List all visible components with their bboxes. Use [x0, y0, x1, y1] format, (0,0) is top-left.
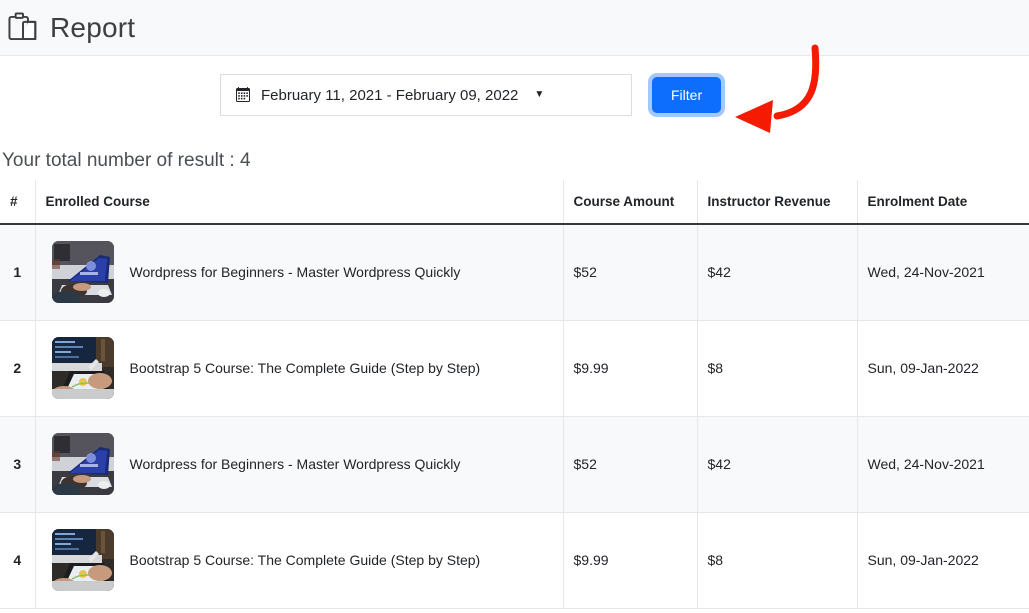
table-row[interactable]: 2 Bootstrap 5 Course: The Complete Guide…: [0, 320, 1029, 417]
course-title: Bootstrap 5 Course: The Complete Guide (…: [129, 552, 481, 568]
row-course-cell: Bootstrap 5 Course: The Complete Guide (…: [35, 512, 564, 609]
row-index: 3: [0, 416, 36, 513]
filter-button[interactable]: Filter: [652, 77, 722, 113]
column-header-index[interactable]: #: [0, 180, 36, 225]
row-instructor-revenue: $42: [697, 224, 858, 321]
result-count: Your total number of result : 4: [2, 150, 251, 171]
clipboard-icon: [8, 11, 38, 44]
course-thumbnail-wordpress[interactable]: [51, 241, 114, 304]
row-course-amount: $52: [563, 224, 698, 321]
row-course-cell: Wordpress for Beginners - Master Wordpre…: [35, 224, 564, 321]
table-row[interactable]: 4 Bootstrap 5 Course: The Complete Guide…: [0, 512, 1029, 609]
filter-bar: February 11, 2021 - February 09, 2022 ▼ …: [0, 44, 1029, 134]
column-header-course[interactable]: Enrolled Course: [35, 180, 564, 225]
column-header-enrolment-date[interactable]: Enrolment Date: [857, 180, 1029, 225]
calendar-icon: [235, 87, 251, 103]
page-title: Report: [50, 11, 136, 43]
chevron-down-icon: ▼: [534, 89, 545, 100]
table-body: 1 Wordpress for Beginners - Master Wordp…: [0, 224, 1029, 609]
row-instructor-revenue: $8: [697, 512, 858, 609]
table-row[interactable]: 1 Wordpress for Beginners - Master Wordp…: [0, 224, 1029, 321]
date-range-picker[interactable]: February 11, 2021 - February 09, 2022 ▼: [220, 74, 632, 116]
table-row[interactable]: 3 Wordpress for Beginners - Master Wordp…: [0, 416, 1029, 513]
row-instructor-revenue: $8: [697, 320, 858, 417]
row-course-amount: $9.99: [563, 320, 698, 417]
row-index: 2: [0, 320, 36, 417]
table-header: # Enrolled Course Course Amount Instruct…: [0, 180, 1029, 225]
row-enrolment-date: Wed, 24-Nov-2021: [857, 224, 1029, 321]
course-title: Bootstrap 5 Course: The Complete Guide (…: [129, 360, 481, 376]
table-header-row: # Enrolled Course Course Amount Instruct…: [0, 180, 1029, 225]
report-table: # Enrolled Course Course Amount Instruct…: [0, 180, 1029, 609]
row-enrolment-date: Sun, 09-Jan-2022: [857, 512, 1029, 609]
row-instructor-revenue: $42: [697, 416, 858, 513]
row-course-cell: Wordpress for Beginners - Master Wordpre…: [35, 416, 564, 513]
row-course-cell: Bootstrap 5 Course: The Complete Guide (…: [35, 320, 564, 417]
row-course-amount: $52: [563, 416, 698, 513]
row-enrolment-date: Wed, 24-Nov-2021: [857, 416, 1029, 513]
page-header: Report: [0, 0, 1029, 56]
course-title: Wordpress for Beginners - Master Wordpre…: [129, 456, 461, 472]
course-thumbnail-bootstrap[interactable]: [51, 529, 114, 591]
date-range-value: February 11, 2021 - February 09, 2022: [261, 86, 519, 104]
course-thumbnail-bootstrap[interactable]: [51, 337, 114, 399]
column-header-amount[interactable]: Course Amount: [563, 180, 698, 225]
row-index: 1: [0, 224, 36, 321]
row-index: 4: [0, 512, 36, 609]
column-header-revenue[interactable]: Instructor Revenue: [697, 180, 858, 225]
row-enrolment-date: Sun, 09-Jan-2022: [857, 320, 1029, 417]
course-thumbnail-wordpress[interactable]: [51, 433, 114, 495]
row-course-amount: $9.99: [563, 512, 698, 609]
course-title: Wordpress for Beginners - Master Wordpre…: [129, 264, 461, 281]
